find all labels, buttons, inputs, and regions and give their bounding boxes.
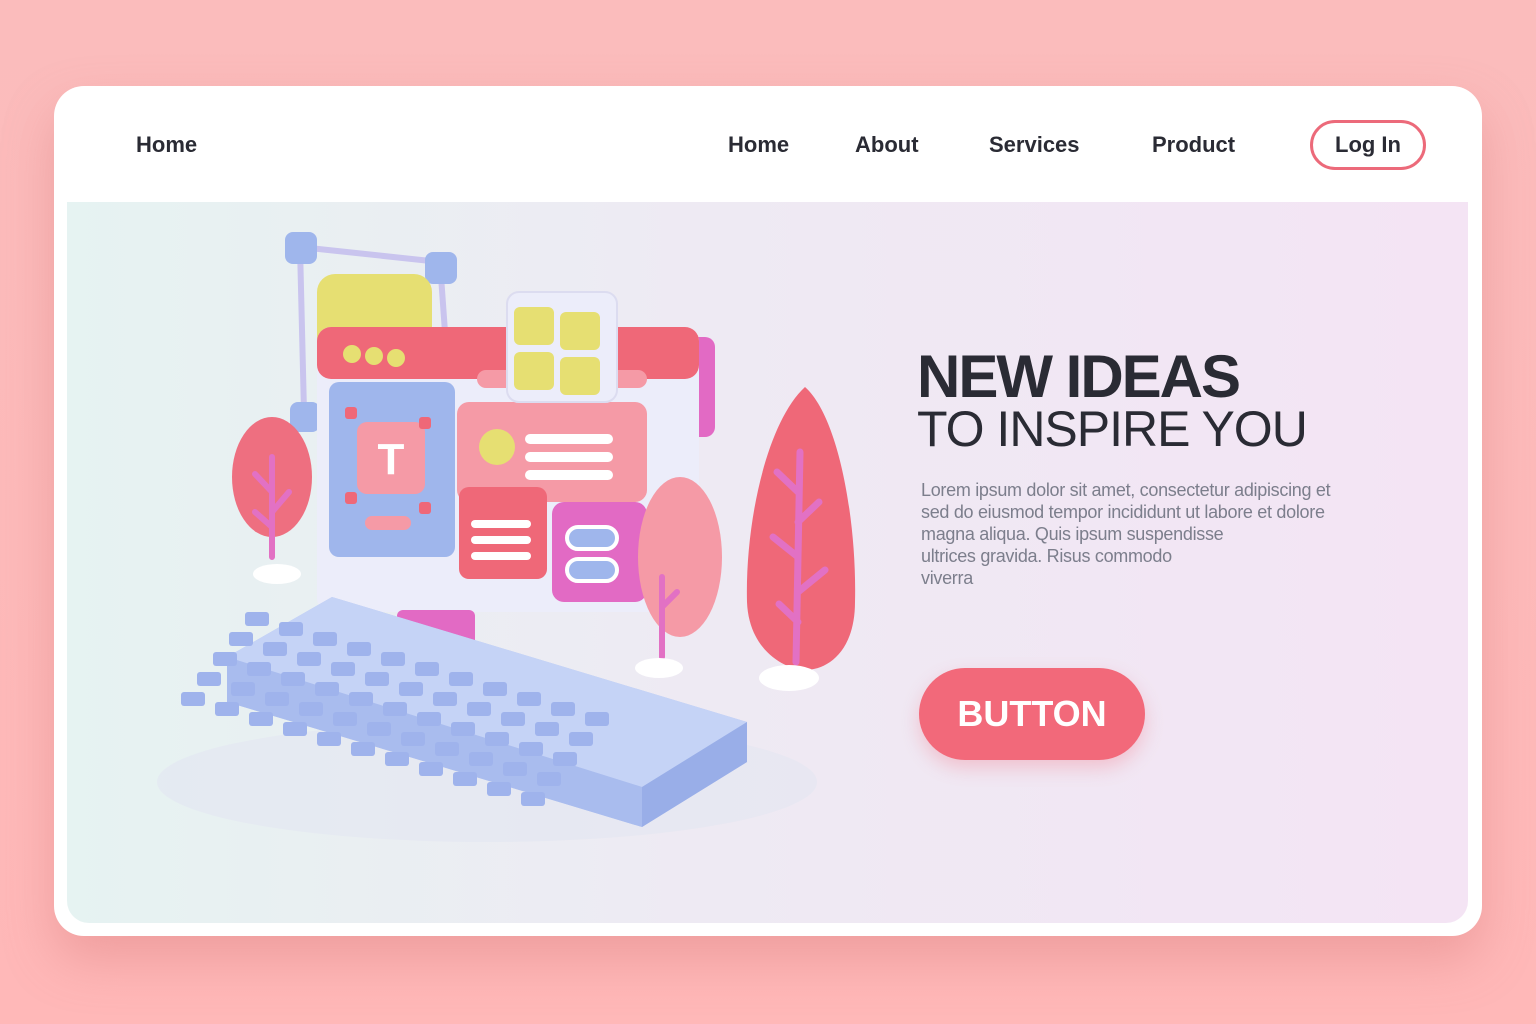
keyboard-key	[521, 792, 545, 806]
hero-description: Lorem ipsum dolor sit amet, consectetur …	[921, 479, 1391, 589]
keyboard-key	[365, 672, 389, 686]
hero-section: T NEW IDEAS TO INSPIRE YOU Lorem ipsum d…	[67, 202, 1468, 923]
keyboard-key	[537, 772, 561, 786]
keyboard-key	[415, 662, 439, 676]
keyboard-key	[245, 612, 269, 626]
keyboard-key	[283, 722, 307, 736]
keyboard-key	[517, 692, 541, 706]
keyboard-key	[401, 732, 425, 746]
keyboard-key	[449, 672, 473, 686]
keyboard-key	[297, 652, 321, 666]
description-line: magna aliqua. Quis ipsum suspendisse	[921, 524, 1224, 544]
keyboard-key	[501, 712, 525, 726]
cta-button[interactable]: BUTTON	[919, 668, 1145, 760]
keyboard-key	[483, 682, 507, 696]
keyboard-key	[419, 762, 443, 776]
keyboard-key	[367, 722, 391, 736]
keyboard-key	[469, 752, 493, 766]
headline-secondary: TO INSPIRE YOU	[917, 401, 1308, 457]
keyboard-key	[333, 712, 357, 726]
keyboard-key	[433, 692, 457, 706]
keyboard-key	[249, 712, 273, 726]
keyboard-key	[181, 692, 205, 706]
keyboard-key	[331, 662, 355, 676]
keyboard-key	[467, 702, 491, 716]
keyboard-key	[231, 682, 255, 696]
keyboard-key	[263, 642, 287, 656]
keyboard-key	[347, 642, 371, 656]
keyboard-key	[435, 742, 459, 756]
keyboard-key	[313, 632, 337, 646]
keyboard-key	[381, 652, 405, 666]
keyboard-key	[197, 672, 221, 686]
keyboard-key	[385, 752, 409, 766]
keyboard-key	[503, 762, 527, 776]
keyboard-key	[383, 702, 407, 716]
keyboard-key	[451, 722, 475, 736]
keyboard-key	[215, 702, 239, 716]
description-line: sed do eiusmod tempor incididunt ut labo…	[921, 502, 1325, 522]
keyboard-key	[349, 692, 373, 706]
keyboard-key	[299, 702, 323, 716]
keyboard-key	[279, 622, 303, 636]
nav-link-product[interactable]: Product	[1152, 132, 1235, 158]
nav-link-services[interactable]: Services	[989, 132, 1080, 158]
landing-card: Home Home About Services Product Log In	[54, 86, 1482, 936]
keyboard-key	[265, 692, 289, 706]
computer-illustration: T	[157, 232, 856, 842]
description-line: Lorem ipsum dolor sit amet, consectetur …	[921, 480, 1331, 500]
keyboard-key	[281, 672, 305, 686]
keyboard-key	[453, 772, 477, 786]
keyboard-key	[317, 732, 341, 746]
keyboard-key	[553, 752, 577, 766]
keyboard-key	[569, 732, 593, 746]
keyboard-key	[585, 712, 609, 726]
nav-link-home[interactable]: Home	[728, 132, 789, 158]
login-button[interactable]: Log In	[1310, 120, 1426, 170]
keyboard-key	[351, 742, 375, 756]
keyboard-key	[551, 702, 575, 716]
keyboard-key	[535, 722, 559, 736]
keyboard-key	[399, 682, 423, 696]
keyboard-key	[417, 712, 441, 726]
description-line: ultrices gravida. Risus commodo	[921, 546, 1172, 566]
keyboard-key	[485, 732, 509, 746]
illustration-letter: T	[378, 435, 405, 484]
keyboard-key	[519, 742, 543, 756]
keyboard-key	[247, 662, 271, 676]
keyboard-key	[315, 682, 339, 696]
keyboard-key	[229, 632, 253, 646]
keyboard-key	[213, 652, 237, 666]
keyboard-key	[487, 782, 511, 796]
logo-home-link[interactable]: Home	[136, 132, 197, 158]
nav-link-about[interactable]: About	[855, 132, 919, 158]
description-line: viverra	[921, 568, 973, 588]
